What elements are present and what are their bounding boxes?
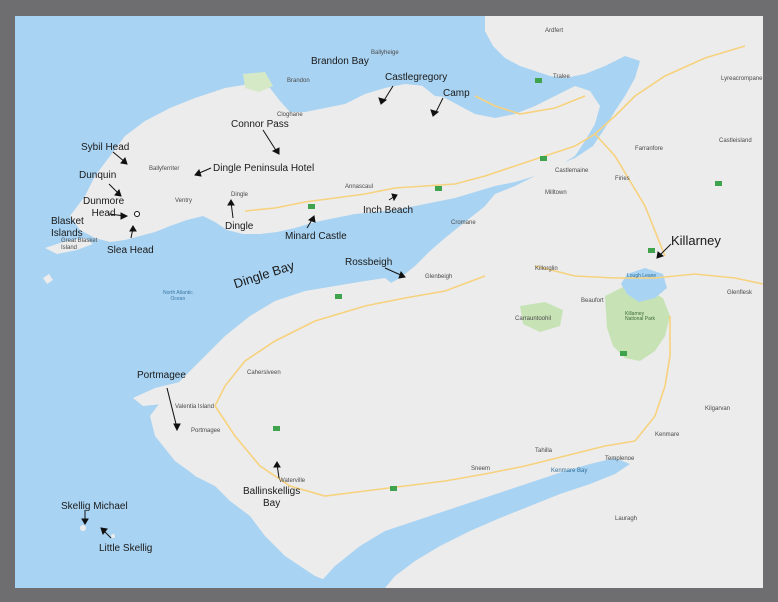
inch-beach-annotation: Inch Beach <box>363 205 414 216</box>
portmagee-annotation: Portmagee <box>137 370 186 381</box>
dingle-peninsula-hotel-annotation: Dingle Peninsula Hotel <box>213 163 315 174</box>
ardfert-label: Ardfert <box>545 28 564 34</box>
skellig-michael-island <box>80 525 86 531</box>
slea-head-marker[interactable] <box>134 211 140 217</box>
cahersiveen-label: Cahersiveen <box>247 370 281 376</box>
little-skellig-annotation: Little Skellig <box>99 543 153 554</box>
sybil-head-annotation: Sybil Head <box>81 142 130 153</box>
tahilla-label: Tahilla <box>535 448 553 454</box>
glenflesk-label: Glenflesk <box>727 290 753 296</box>
dunmore-head-annotation: Dunmore Head <box>83 196 125 219</box>
little-skellig-island <box>111 534 115 538</box>
brandon-label: Brandon <box>287 78 310 84</box>
milltown-label: Milltown <box>545 190 567 196</box>
kilgarvan-label: Kilgarvan <box>705 406 731 412</box>
ballyferriter-label: Ballyferriter <box>149 166 180 172</box>
glenbeigh-label: Glenbeigh <box>425 274 453 280</box>
ballinskelligs-bay-annotation: Ballinskelligs Bay <box>243 486 301 509</box>
waterville-label: Waterville <box>279 478 306 484</box>
firies-label: Firies <box>615 176 630 182</box>
minard-castle-annotation: Minard Castle <box>285 231 347 242</box>
annascaul-label: Annascaul <box>345 184 374 190</box>
castlegregory-annotation: Castlegregory <box>385 72 448 83</box>
templenoe-label: Templenoe <box>605 456 635 462</box>
lauragh-label: Lauragh <box>615 516 638 522</box>
carrauntoohil-label: Carrauntoohil <box>515 316 552 322</box>
kenmare-bay-label: Kenmare Bay <box>551 468 588 474</box>
cromane-label: Cromane <box>451 220 476 226</box>
killarney-park-label: Killarney National Park <box>625 311 656 322</box>
valentia-label: Valentia Island <box>175 404 214 410</box>
great-blasket-label: Great Blasket Island <box>61 238 98 252</box>
ballyheige-label: Ballyheige <box>371 50 399 56</box>
dunquin-annotation: Dunquin <box>79 170 117 181</box>
blasket-islands-annotation: Blasket Islands <box>51 216 84 239</box>
rossbeigh-annotation: Rossbeigh <box>345 257 393 268</box>
portmagee-town-label: Portmagee <box>191 428 221 434</box>
skellig-michael-annotation: Skellig Michael <box>61 501 128 512</box>
brandon-bay-annotation: Brandon Bay <box>311 56 369 67</box>
sneem-label: Sneem <box>471 466 491 472</box>
camp-annotation: Camp <box>443 88 470 99</box>
tralee-label: Tralee <box>553 74 570 80</box>
killorglin-label: Killorglin <box>535 266 558 272</box>
dingle-annotation: Dingle <box>225 221 254 232</box>
lough-leane-label: Lough Leane <box>627 273 657 279</box>
farranfore-label: Farranfore <box>635 146 664 152</box>
slea-head-annotation: Slea Head <box>107 245 154 256</box>
connor-pass-annotation: Connor Pass <box>231 119 289 130</box>
ventry-label: Ventry <box>175 198 193 204</box>
killarney-annotation: Killarney <box>671 233 721 248</box>
castleisland-label: Castleisland <box>719 138 752 144</box>
lyreacrompane-label: Lyreacrompane <box>721 76 763 82</box>
north-atlantic-label: North Atlantic Ocean <box>163 290 193 302</box>
castlemaine-label: Castlemaine <box>555 168 589 174</box>
map-canvas[interactable]: North Atlantic Ocean Ballyheige Ardfert … <box>15 16 763 588</box>
beaufort-label: Beaufort <box>581 298 604 304</box>
cloghane-label: Cloghane <box>277 112 303 118</box>
kenmare-label: Kenmare <box>655 432 680 438</box>
dingle-town-label: Dingle <box>231 192 249 198</box>
map-frame: North Atlantic Ocean Ballyheige Ardfert … <box>0 0 778 602</box>
